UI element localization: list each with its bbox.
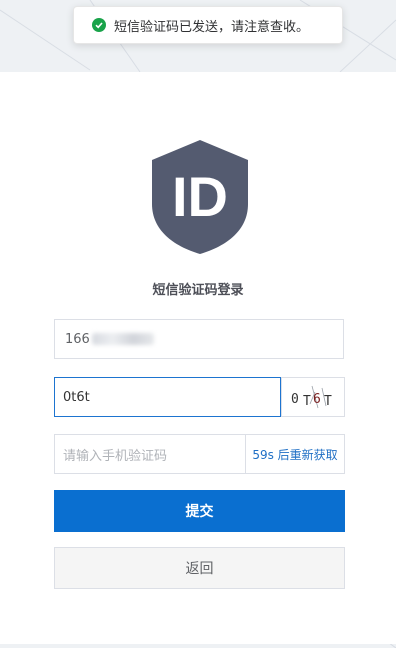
sms-code-input[interactable]: 请输入手机验证码 (54, 434, 246, 474)
page-title: 短信验证码登录 (152, 283, 244, 298)
logo-text: ID (172, 165, 228, 228)
submit-button[interactable]: 提交 (54, 490, 345, 532)
resend-code-button[interactable]: 59s 后重新获取 (245, 434, 345, 474)
svg-text:6: 6 (313, 392, 321, 407)
check-circle-icon (92, 18, 106, 32)
phone-field[interactable]: 166 (54, 319, 344, 359)
svg-text:T: T (303, 394, 311, 409)
toast-message: 短信验证码已发送，请注意查收。 (114, 19, 310, 35)
captcha-input[interactable]: 0t6t (54, 377, 281, 417)
captcha-image[interactable]: 0 T 6 T (281, 377, 345, 417)
login-card: ID 短信验证码登录 166 0t6t 0 T 6 T 请输入手机验证码 59s… (0, 72, 396, 644)
shield-id-icon: ID (152, 140, 248, 254)
back-button[interactable]: 返回 (54, 547, 345, 589)
svg-text:0: 0 (291, 392, 299, 407)
phone-redacted (91, 333, 154, 345)
phone-value: 166 (65, 331, 90, 347)
toast-notification: 短信验证码已发送，请注意查收。 (73, 6, 343, 44)
svg-text:T: T (324, 394, 332, 409)
